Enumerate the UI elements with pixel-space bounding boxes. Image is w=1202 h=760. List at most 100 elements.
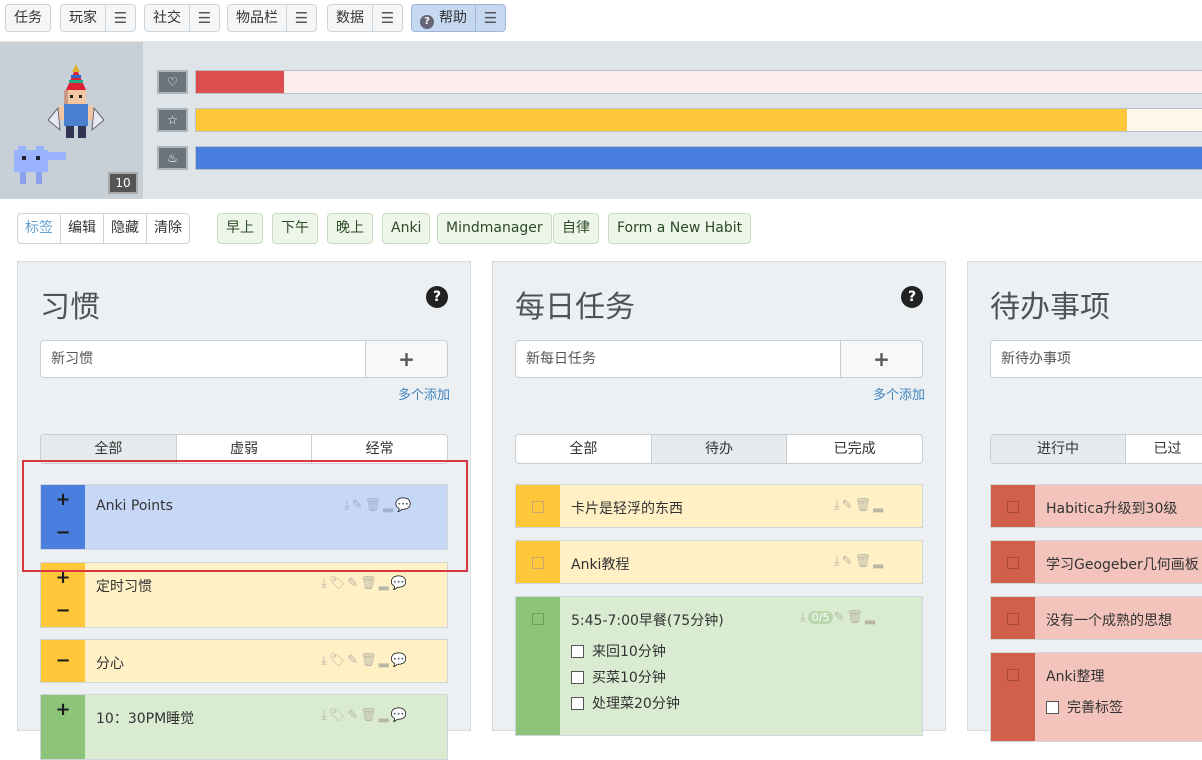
todo-checkbox[interactable] xyxy=(1007,501,1019,513)
new-daily-input[interactable]: 新每日任务 xyxy=(515,340,841,378)
avatar[interactable]: 10 xyxy=(0,42,143,199)
dailies-multi-add-link[interactable]: 多个添加 xyxy=(873,384,925,403)
todo-checkbox-area[interactable] xyxy=(991,597,1035,639)
todo-checkbox[interactable] xyxy=(1007,557,1019,569)
dailies-tab-completed[interactable]: 已完成 xyxy=(787,435,922,463)
menu-tasks[interactable]: 任务 xyxy=(5,4,51,32)
fire-icon: ♨ xyxy=(157,146,188,170)
todo-checkbox-area[interactable] xyxy=(991,485,1035,527)
tags-hide-button[interactable]: 隐藏 xyxy=(104,214,147,243)
menu-data-hamburger-icon[interactable]: ☰ xyxy=(372,5,402,31)
habits-tab-strong[interactable]: 经常 xyxy=(312,435,447,463)
habit-controls: + xyxy=(41,695,85,759)
dailies-help-icon[interactable]: ? xyxy=(901,286,923,308)
todo-checkbox-area[interactable] xyxy=(991,541,1035,583)
checklist-item[interactable]: 来回10分钟 xyxy=(571,641,666,661)
menu-inventory[interactable]: 物品栏 ☰ xyxy=(227,4,317,32)
new-todo-input[interactable]: 新待办事项 xyxy=(990,340,1202,378)
daily-checkbox[interactable] xyxy=(532,557,544,569)
daily-checkbox-area[interactable] xyxy=(516,485,560,527)
dailies-filter-tabs: 全部 待办 已完成 xyxy=(515,434,923,464)
tag-self-discipline[interactable]: 自律 xyxy=(553,213,599,244)
todos-column: 待办事项 新待办事项 进行中 已过 Habitica升级到30级 学习Geoge… xyxy=(967,261,1202,742)
habits-help-icon[interactable]: ? xyxy=(426,286,448,308)
todo-item[interactable]: 没有一个成熟的思想 xyxy=(990,596,1202,640)
dailies-title: 每日任务 xyxy=(515,290,635,325)
dailies-tab-all[interactable]: 全部 xyxy=(516,435,652,463)
todo-item[interactable]: Habitica升级到30级 xyxy=(990,484,1202,528)
todo-text: Habitica升级到30级 xyxy=(1046,501,1178,517)
daily-item[interactable]: Anki教程 ⤓✎🗑▂ xyxy=(515,540,923,584)
menu-social-hamburger-icon[interactable]: ☰ xyxy=(189,5,219,31)
habit-action-icons[interactable]: ⤓🏷✎🗑▂💬 xyxy=(321,576,409,591)
habits-tab-weak[interactable]: 虚弱 xyxy=(177,435,313,463)
menu-inventory-hamburger-icon[interactable]: ☰ xyxy=(286,5,316,31)
checklist-item[interactable]: 处理菜20分钟 xyxy=(571,693,680,713)
checklist-counter[interactable]: 0/5 xyxy=(807,611,834,624)
daily-item[interactable]: 卡片是轻浮的东西 ⤓✎🗑▂ xyxy=(515,484,923,528)
mana-row: ♨ xyxy=(157,146,1202,170)
tags-clear-button[interactable]: 清除 xyxy=(147,214,189,243)
todos-filter-tabs: 进行中 已过 xyxy=(990,434,1202,464)
todo-text: 学习Geogeber几何画板 xyxy=(1046,557,1199,573)
new-habit-input[interactable]: 新习惯 xyxy=(40,340,366,378)
daily-action-icons[interactable]: ⤓✎🗑▂ xyxy=(834,554,885,569)
habit-item-distraction[interactable]: − 分心 ⤓🏷✎🗑▂💬 xyxy=(40,639,448,683)
daily-checkbox[interactable] xyxy=(532,501,544,513)
checklist-checkbox[interactable] xyxy=(571,645,584,658)
tag-form-new-habit[interactable]: Form a New Habit xyxy=(608,213,752,244)
menu-tasks-label: 任务 xyxy=(14,10,42,26)
todo-item[interactable]: 学习Geogeber几何画板 xyxy=(990,540,1202,584)
habits-tab-all[interactable]: 全部 xyxy=(41,435,177,463)
habit-text: 10：30PM睡觉 xyxy=(96,711,195,727)
experience-bar-fill xyxy=(196,109,1127,131)
todo-checkbox[interactable] xyxy=(1007,613,1019,625)
menu-help-hamburger-icon[interactable]: ☰ xyxy=(475,5,505,31)
daily-action-icons[interactable]: ⤓ 0/5 ✎🗑▂ xyxy=(800,610,877,625)
checklist-checkbox[interactable] xyxy=(571,697,584,710)
daily-text: Anki教程 xyxy=(571,557,630,573)
todo-item[interactable]: Anki整理 完善标签 xyxy=(990,652,1202,742)
habit-minus-button[interactable]: − xyxy=(41,650,85,671)
menu-social[interactable]: 社交 ☰ xyxy=(144,4,220,32)
habit-item-sleep[interactable]: + 10：30PM睡觉 ⤓🏷✎🗑▂💬 xyxy=(40,694,448,760)
experience-bar xyxy=(195,108,1202,132)
habit-text: 分心 xyxy=(96,656,124,672)
menu-player[interactable]: 玩家 ☰ xyxy=(60,4,136,32)
daily-checkbox[interactable] xyxy=(532,613,544,625)
menu-data[interactable]: 数据 ☰ xyxy=(327,4,403,32)
daily-item-breakfast[interactable]: 5:45-7:00早餐(75分钟) ⤓ 0/5 ✎🗑▂ 来回10分钟 买菜10分钟 … xyxy=(515,596,923,736)
help-circle-icon: ? xyxy=(420,15,434,29)
checklist-checkbox[interactable] xyxy=(1046,701,1059,714)
daily-checkbox-area[interactable] xyxy=(516,597,560,735)
habit-action-icons[interactable]: ⤓🏷✎🗑▂💬 xyxy=(321,708,409,723)
top-menu: 任务 玩家 ☰ 社交 ☰ 物品栏 ☰ 数据 ☰ ? 帮助 ☰ xyxy=(0,0,1202,42)
habit-minus-button[interactable]: − xyxy=(41,600,85,621)
add-daily-button[interactable]: + xyxy=(840,340,923,378)
todo-text: 没有一个成熟的思想 xyxy=(1046,613,1172,629)
tag-afternoon[interactable]: 下午 xyxy=(272,213,318,244)
tags-edit-button[interactable]: 编辑 xyxy=(61,214,104,243)
tag-evening[interactable]: 晚上 xyxy=(327,213,373,244)
todo-checkbox[interactable] xyxy=(1007,669,1019,681)
dailies-tab-due[interactable]: 待办 xyxy=(651,435,788,463)
tag-anki[interactable]: Anki xyxy=(382,213,431,244)
menu-social-label: 社交 xyxy=(153,10,181,26)
daily-action-icons[interactable]: ⤓✎🗑▂ xyxy=(834,498,885,513)
tag-mindmanager[interactable]: Mindmanager xyxy=(437,213,552,244)
checklist-item[interactable]: 买菜10分钟 xyxy=(571,667,666,687)
checklist-checkbox[interactable] xyxy=(571,671,584,684)
habits-multi-add-link[interactable]: 多个添加 xyxy=(398,384,450,403)
daily-checkbox-area[interactable] xyxy=(516,541,560,583)
add-habit-button[interactable]: + xyxy=(365,340,448,378)
checklist-item[interactable]: 完善标签 xyxy=(1046,697,1123,717)
menu-help[interactable]: ? 帮助 ☰ xyxy=(411,4,506,32)
tag-morning[interactable]: 早上 xyxy=(217,213,263,244)
todos-tab-active[interactable]: 进行中 xyxy=(991,435,1126,463)
tags-label[interactable]: 标签 xyxy=(18,214,61,243)
todo-checkbox-area[interactable] xyxy=(991,653,1035,741)
menu-help-label: ? 帮助 xyxy=(412,5,475,31)
menu-player-hamburger-icon[interactable]: ☰ xyxy=(105,5,135,31)
habit-action-icons[interactable]: ⤓🏷✎🗑▂💬 xyxy=(321,653,409,668)
todos-tab-dated[interactable]: 已过 xyxy=(1126,435,1202,463)
